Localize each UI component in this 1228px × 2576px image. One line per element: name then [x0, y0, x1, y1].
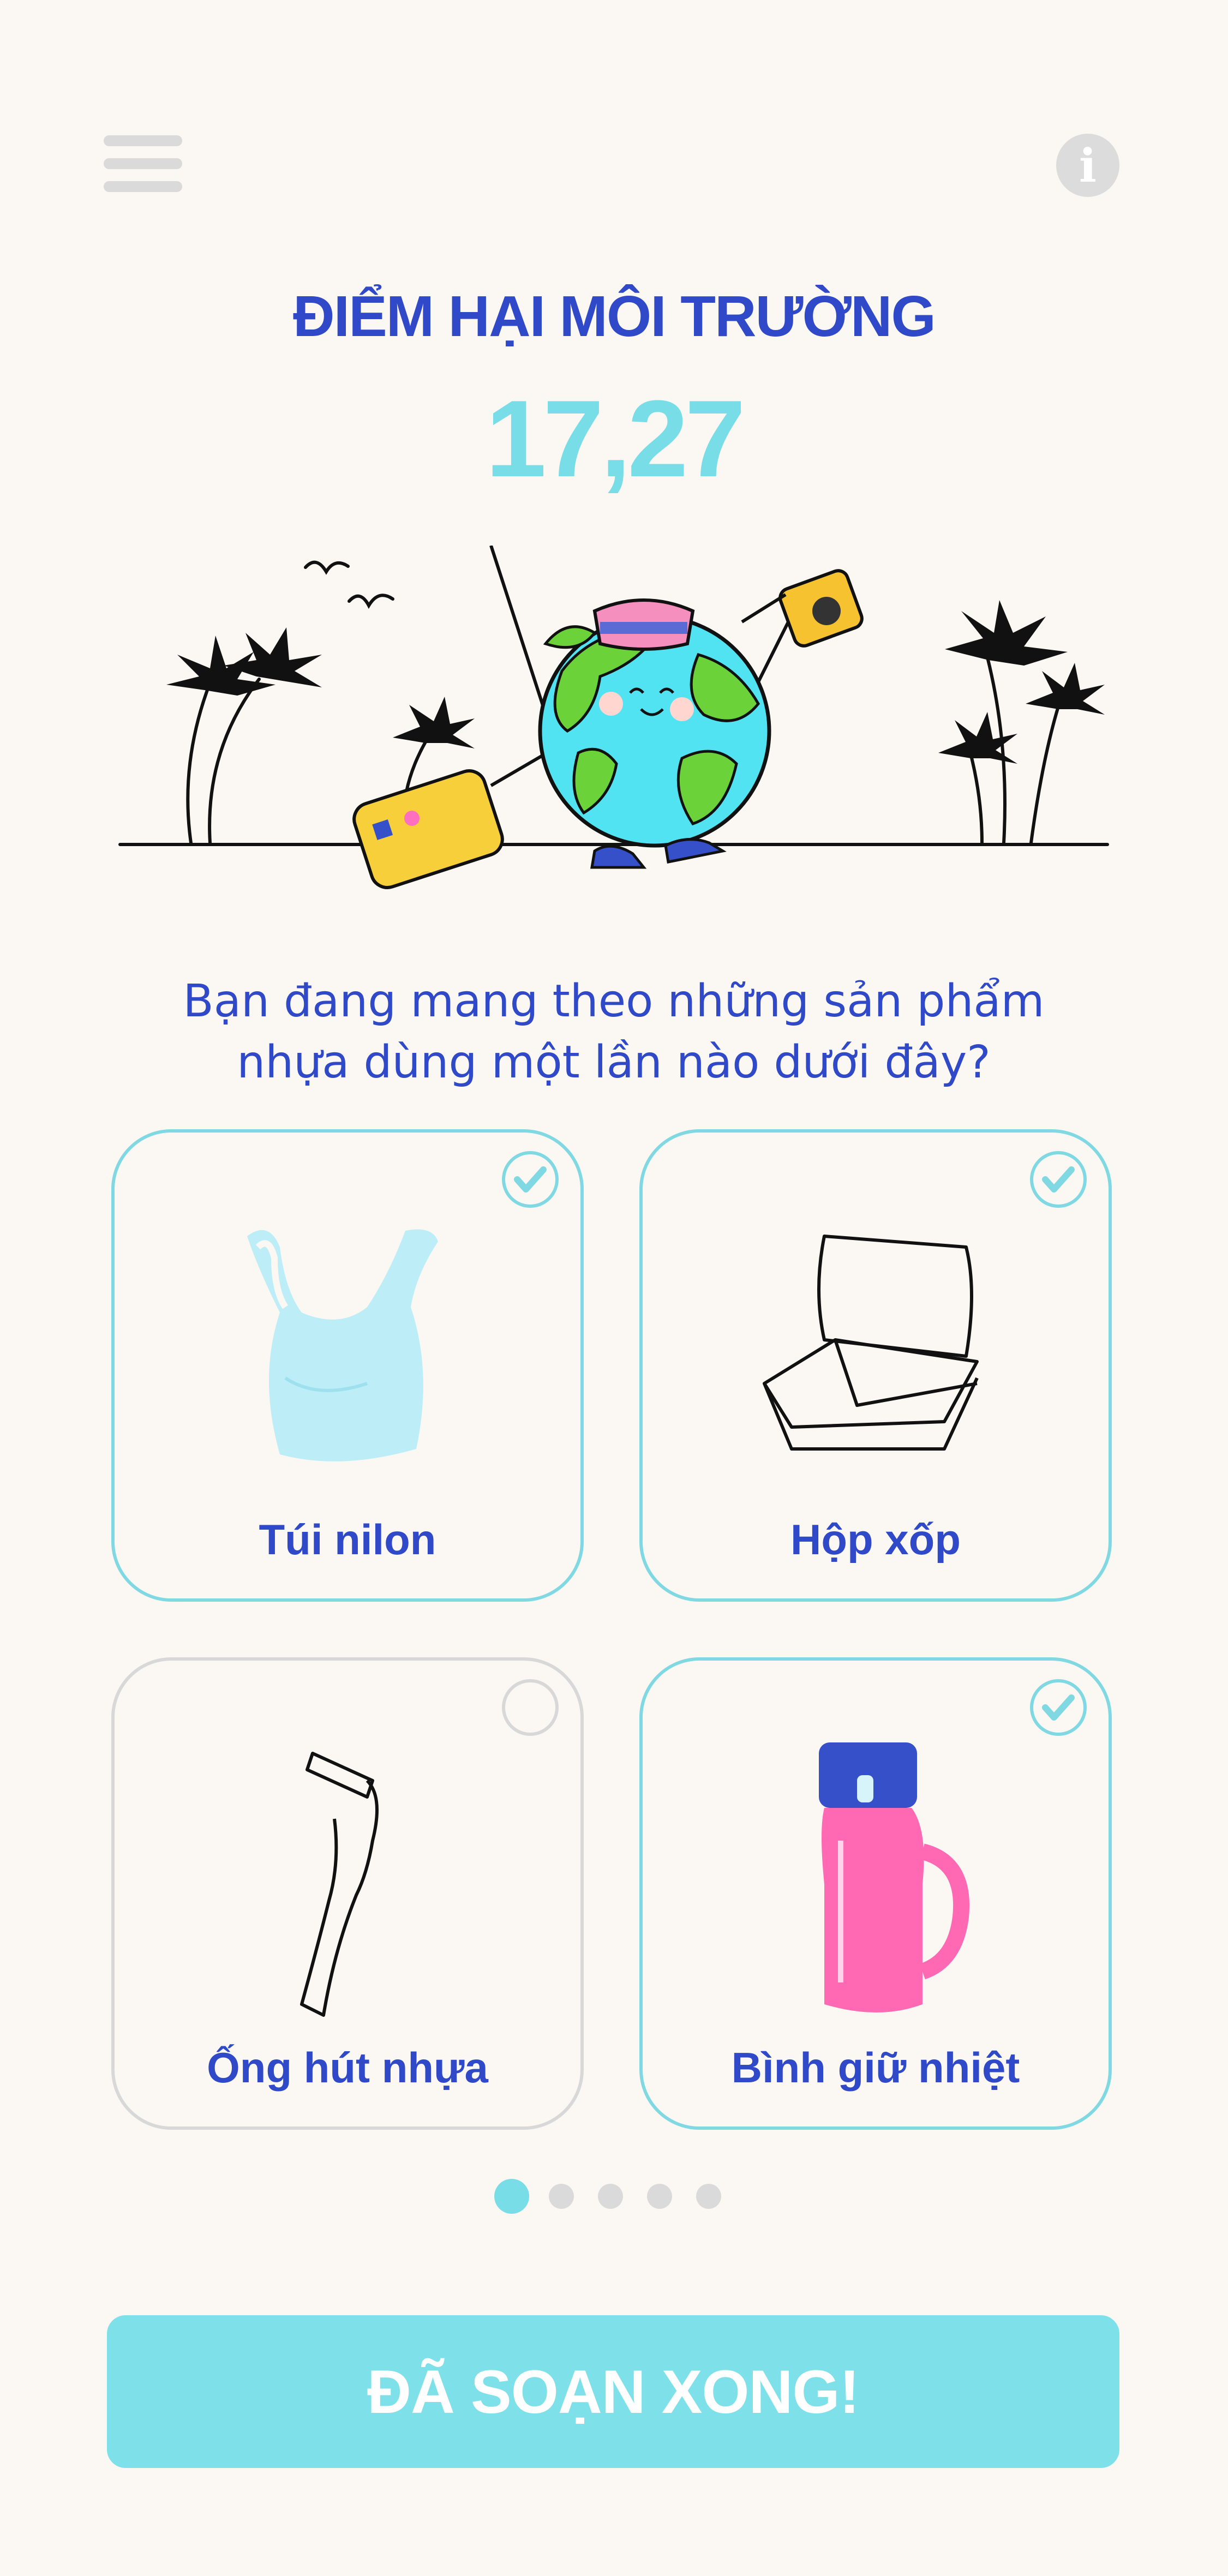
page-dot-active[interactable] — [494, 2179, 529, 2214]
page-dot[interactable] — [598, 2184, 623, 2209]
menu-bar — [104, 181, 182, 192]
unchecked-circle-icon[interactable] — [502, 1679, 559, 1736]
checkmark-icon[interactable] — [1030, 1151, 1087, 1208]
item-label: Hộp xốp — [790, 1515, 961, 1563]
item-label: Bình giữ nhiệt — [731, 2044, 1020, 2092]
palm-tree-icon — [208, 678, 261, 844]
earth-traveler-illustration — [118, 546, 1109, 889]
question-line: Bạn đang mang theo những sản phẩm — [183, 975, 1045, 1027]
menu-button[interactable] — [101, 131, 184, 196]
page-dot[interactable] — [647, 2184, 672, 2209]
done-button[interactable]: ĐÃ SOẠN XONG! — [107, 2315, 1119, 2468]
item-label: Ống hút nhựa — [207, 2044, 488, 2092]
question-line: nhựa dùng một lần nào dưới đây? — [237, 1037, 991, 1088]
earth-character-icon — [538, 569, 864, 869]
page-dot[interactable] — [549, 2184, 574, 2209]
question-text: Bạn đang mang theo những sản phẩm nhựa d… — [109, 971, 1118, 1093]
plastic-straw-icon — [300, 1752, 379, 2017]
page-title: ĐIỂM HẠI MÔI TRƯỜNG — [293, 284, 936, 349]
item-label: Túi nilon — [259, 1515, 436, 1563]
item-card-plastic-straw[interactable]: Ống hút nhựa — [111, 1657, 584, 2130]
palm-tree-icon — [969, 754, 984, 844]
item-card-thermos[interactable]: Bình giữ nhiệt — [639, 1657, 1112, 2130]
item-card-foam-box[interactable]: Hộp xốp — [639, 1129, 1112, 1602]
checkmark-icon[interactable] — [1030, 1679, 1087, 1736]
bird-icon — [348, 594, 394, 609]
menu-bar — [104, 158, 182, 169]
checkmark-icon[interactable] — [502, 1151, 559, 1208]
page-dot[interactable] — [696, 2184, 721, 2209]
thermos-bottle-icon — [819, 1742, 970, 2012]
info-icon[interactable]: i — [1056, 134, 1119, 197]
bird-icon — [304, 560, 350, 575]
palm-tree-icon — [1029, 705, 1060, 844]
palm-tree-icon — [186, 688, 209, 844]
pagination-dots — [494, 2179, 734, 2217]
plastic-bag-icon — [247, 1229, 438, 1461]
foam-box-icon — [763, 1235, 979, 1451]
suitcase-icon — [352, 546, 558, 889]
score-value: 17,27 — [486, 378, 746, 500]
menu-bar — [104, 135, 182, 146]
item-card-plastic-bag[interactable]: Túi nilon — [111, 1129, 584, 1602]
